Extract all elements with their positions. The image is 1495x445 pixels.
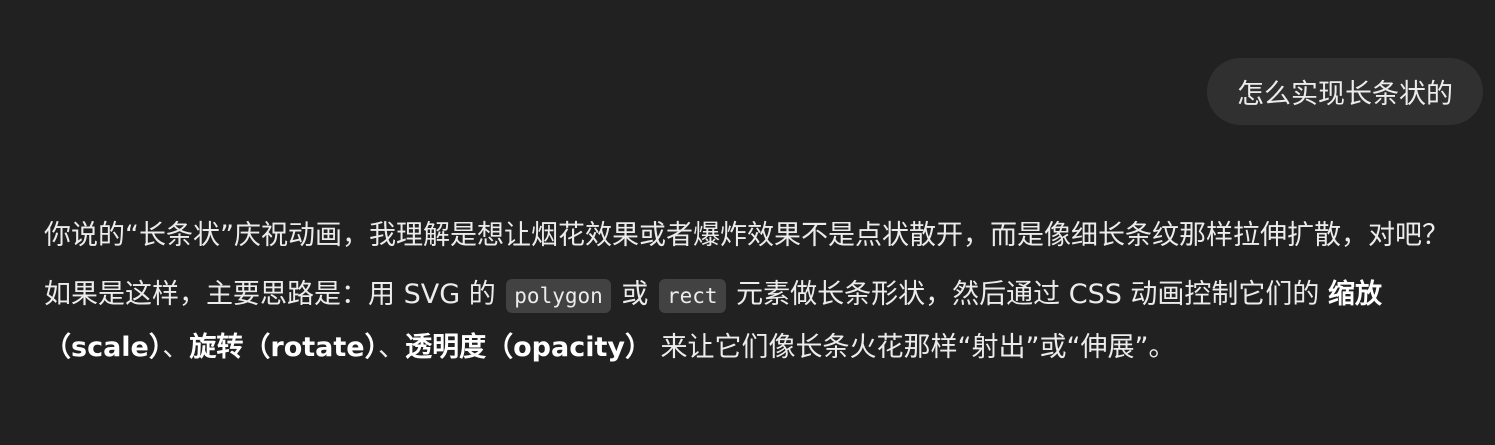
- inline-code-polygon: polygon: [506, 279, 611, 313]
- assistant-paragraph-2: 如果是这样，主要思路是：用 SVG 的 polygon 或 rect 元素做长条…: [44, 269, 1484, 373]
- bold-rotate: 旋转（rotate）: [189, 332, 379, 363]
- assistant-paragraph-1: 你说的“长条状”庆祝动画，我理解是想让烟花效果或者爆炸效果不是点状散开，而是像细…: [44, 220, 1449, 251]
- bold-opacity: 透明度（opacity）: [405, 332, 652, 363]
- text-segment: 、: [162, 332, 190, 363]
- text-segment: 、: [378, 332, 406, 363]
- text-segment: 或: [612, 279, 657, 310]
- user-message-bubble: 怎么实现长条状的: [1207, 58, 1483, 125]
- text-segment: 如果是这样，主要思路是：用 SVG 的: [44, 279, 505, 310]
- text-segment: 元素做长条形状，然后通过 CSS 动画控制它们的: [727, 279, 1329, 310]
- chat-thread: 怎么实现长条状的 你说的“长条状”庆祝动画，我理解是想让烟花效果或者爆炸效果不是…: [0, 0, 1495, 445]
- user-message-text: 怎么实现长条状的: [1237, 79, 1453, 110]
- assistant-message: 你说的“长条状”庆祝动画，我理解是想让烟花效果或者爆炸效果不是点状散开，而是像细…: [44, 210, 1484, 373]
- inline-code-rect: rect: [658, 279, 726, 313]
- text-segment: 来让它们像长条火花那样“射出”或“伸展”。: [651, 332, 1176, 363]
